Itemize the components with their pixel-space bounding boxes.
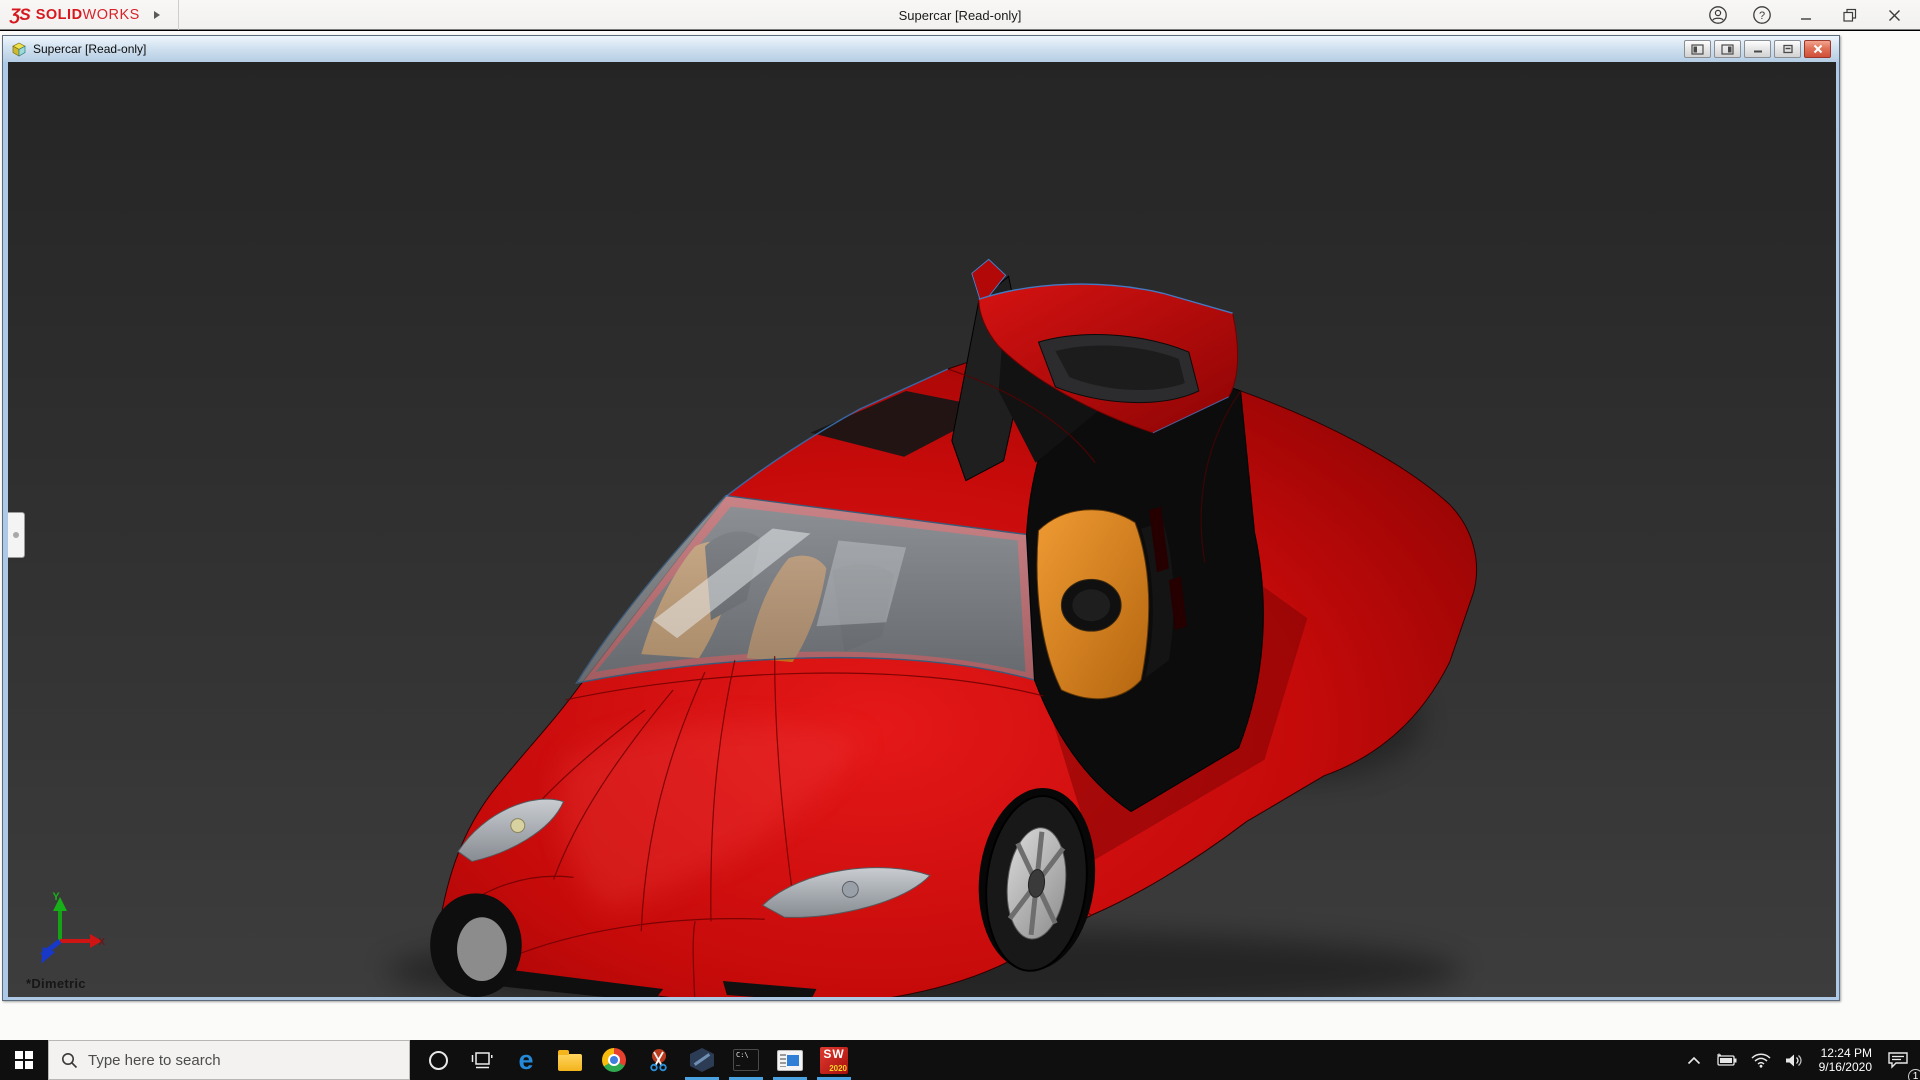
- brand-bold: SOLID: [36, 7, 83, 23]
- menu-expand-arrow-icon[interactable]: [154, 11, 160, 19]
- panel-left-button[interactable]: [1684, 40, 1711, 58]
- notification-icon: [1887, 1051, 1909, 1069]
- doc-close-icon: [1812, 44, 1824, 54]
- taskbar-item-solidworks-2020[interactable]: SW 2020: [812, 1040, 856, 1080]
- main-titlebar: ƷS SOLIDWORKS Supercar [Read-only] ?: [0, 0, 1920, 30]
- graphics-viewport[interactable]: Y X *Dimetric: [8, 62, 1836, 997]
- solidworks-app: ƷS SOLIDWORKS Supercar [Read-only] ?: [0, 0, 1920, 1080]
- help-button[interactable]: ?: [1742, 1, 1782, 29]
- tray-notification-center[interactable]: 1: [1880, 1040, 1916, 1080]
- clock-time: 12:24 PM: [1819, 1046, 1872, 1060]
- task-view-icon: [471, 1049, 493, 1071]
- search-placeholder-text: Type here to search: [88, 1052, 221, 1069]
- taskbar-item-cortana[interactable]: [416, 1040, 460, 1080]
- tray-volume[interactable]: [1778, 1040, 1811, 1080]
- taskbar-item-file-explorer[interactable]: [548, 1040, 592, 1080]
- tray-show-hidden-icons[interactable]: [1680, 1040, 1708, 1080]
- minimize-button[interactable]: [1786, 1, 1826, 29]
- document-window: Supercar [Read-only]: [2, 35, 1840, 1001]
- doc-restore-button[interactable]: [1774, 40, 1801, 58]
- featuremanager-splitter-tab[interactable]: [8, 512, 25, 558]
- cortana-icon: [429, 1051, 448, 1070]
- taskbar-item-chrome[interactable]: [592, 1040, 636, 1080]
- tray-clock[interactable]: 12:24 PM 9/16/2020: [1811, 1046, 1880, 1074]
- svg-text:X: X: [98, 937, 105, 948]
- hexagon-app-icon: [690, 1048, 714, 1072]
- view-orientation-label: *Dimetric: [26, 976, 86, 991]
- part-document-icon: [11, 41, 27, 57]
- splitter-dot-icon: [13, 532, 19, 538]
- sw-icon-letters: SW: [823, 1047, 844, 1061]
- taskbar-item-hexagon-app[interactable]: [680, 1040, 724, 1080]
- document-title: Supercar [Read-only]: [33, 42, 146, 56]
- orientation-triad-icon: Y X: [34, 889, 106, 965]
- wifi-icon: [1751, 1053, 1771, 1068]
- user-icon: [1708, 5, 1728, 25]
- close-button[interactable]: [1874, 1, 1914, 29]
- svg-text:?: ?: [1759, 10, 1765, 22]
- doc-minimize-button[interactable]: [1744, 40, 1771, 58]
- restore-button[interactable]: [1830, 1, 1870, 29]
- divider: [178, 0, 179, 30]
- minimize-icon: [1799, 8, 1813, 22]
- solidworks-logo-text: SOLIDWORKS: [36, 7, 140, 23]
- account-button[interactable]: [1698, 1, 1738, 29]
- taskbar-item-edge[interactable]: e: [504, 1040, 548, 1080]
- windows-logo-icon: [15, 1051, 33, 1069]
- search-icon: [61, 1052, 78, 1069]
- start-button[interactable]: [0, 1040, 48, 1080]
- brand-light: WORKS: [83, 7, 140, 23]
- taskbar-item-snip-tool[interactable]: [636, 1040, 680, 1080]
- solidworks-logo-icon: ƷS: [10, 5, 30, 25]
- edge-icon: e: [518, 1048, 533, 1072]
- taskbar-item-window-app[interactable]: [768, 1040, 812, 1080]
- chevron-up-icon: [1687, 1056, 1701, 1065]
- taskbar-item-task-view[interactable]: [460, 1040, 504, 1080]
- clock-date: 9/16/2020: [1819, 1060, 1872, 1074]
- close-icon: [1887, 8, 1902, 23]
- tray-battery[interactable]: [1708, 1040, 1744, 1080]
- tray-wifi[interactable]: [1744, 1040, 1778, 1080]
- solidworks-menu-button[interactable]: ƷS SOLIDWORKS: [0, 0, 189, 29]
- windows-taskbar: Type here to search e: [0, 1040, 1920, 1080]
- car-model-3d[interactable]: [8, 62, 1836, 997]
- panel-right-icon: [1721, 44, 1734, 55]
- doc-minimize-icon: [1752, 44, 1764, 54]
- client-area: Supercar [Read-only]: [0, 31, 1920, 1040]
- battery-icon: [1715, 1053, 1737, 1067]
- taskbar-search-box[interactable]: Type here to search: [48, 1040, 410, 1080]
- command-prompt-icon: C:\ _: [733, 1049, 759, 1071]
- doc-restore-icon: [1782, 44, 1794, 54]
- volume-icon: [1785, 1053, 1804, 1068]
- cmd-cursor-text: _: [736, 1059, 756, 1066]
- doc-close-button[interactable]: [1804, 40, 1831, 58]
- sw-icon-year: 2020: [829, 1064, 847, 1073]
- file-explorer-icon: [558, 1054, 582, 1071]
- solidworks-2020-icon: SW 2020: [820, 1047, 848, 1074]
- front-left-wheel: [430, 893, 522, 997]
- panel-right-button[interactable]: [1714, 40, 1741, 58]
- snip-tool-icon: [646, 1048, 670, 1072]
- panel-left-icon: [1691, 44, 1704, 55]
- notification-count-badge: 1: [1908, 1069, 1920, 1080]
- help-icon: ?: [1752, 5, 1772, 25]
- app-title: Supercar [Read-only]: [0, 0, 1920, 30]
- window-app-icon: [777, 1050, 803, 1071]
- taskbar-item-command-prompt[interactable]: C:\ _: [724, 1040, 768, 1080]
- document-titlebar[interactable]: Supercar [Read-only]: [3, 36, 1839, 62]
- chrome-icon: [602, 1048, 626, 1072]
- restore-icon: [1842, 7, 1858, 23]
